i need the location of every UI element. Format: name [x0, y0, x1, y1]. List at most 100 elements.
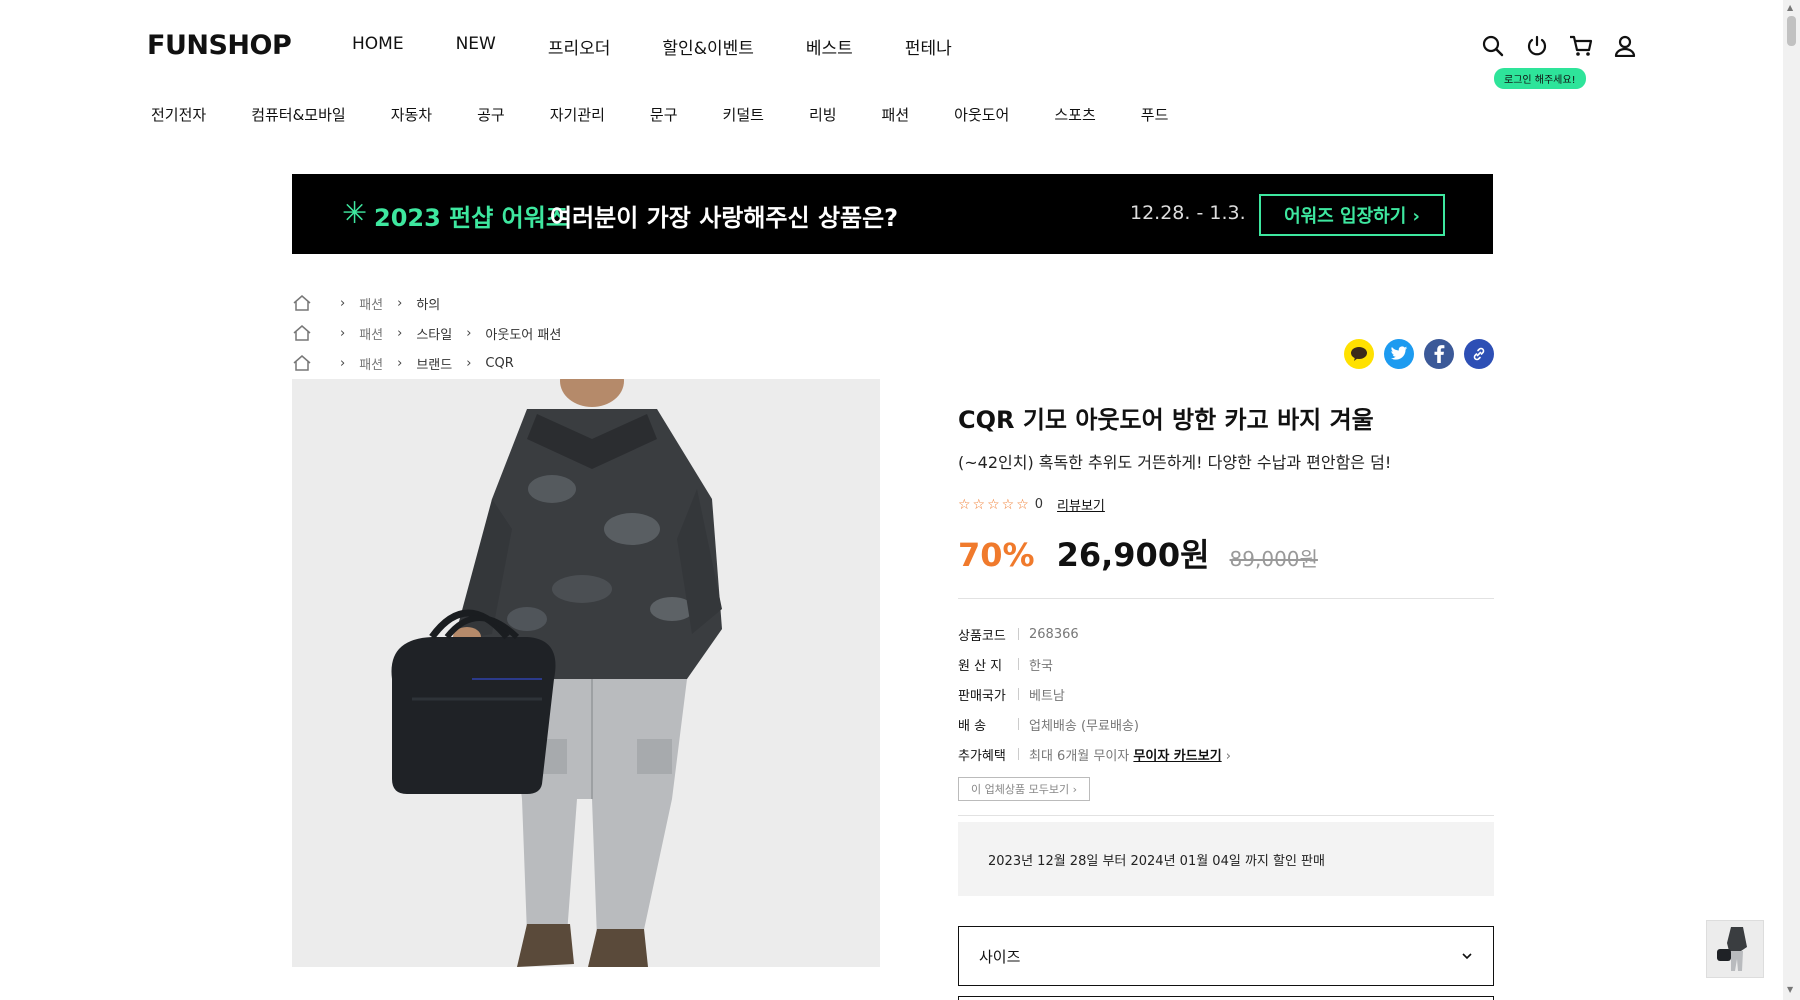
breadcrumb-link[interactable]: 패션	[359, 354, 383, 373]
category-computer-mobile[interactable]: 컴퓨터&모바일	[251, 104, 346, 125]
breadcrumb-link[interactable]: 스타일	[416, 324, 452, 343]
facebook-share-icon[interactable]	[1424, 339, 1454, 369]
review-link[interactable]: 리뷰보기	[1057, 495, 1105, 514]
rating-row: ☆☆☆☆☆ 0 리뷰보기	[958, 495, 1494, 515]
chevron-right-icon: ›	[397, 295, 403, 311]
spec-value: 최대 6개월 무이자 무이자 카드보기 ›	[1029, 745, 1231, 764]
product-title: CQR 기모 아웃도어 방한 카고 바지 겨울	[958, 406, 1374, 434]
scrollbar-thumb[interactable]	[1787, 16, 1796, 46]
user-icon[interactable]	[1612, 33, 1638, 59]
spec-value: 268366	[1029, 626, 1079, 642]
nav-home[interactable]: HOME	[352, 34, 404, 59]
category-sports[interactable]: 스포츠	[1054, 104, 1095, 125]
cart-icon[interactable]	[1568, 33, 1594, 59]
review-count: 0	[1034, 497, 1044, 512]
category-stationery[interactable]: 문구	[650, 104, 678, 125]
product-specs: 상품코드 268366 원 산 지 한국 판매국가 베트남 배 송 업체배송 (…	[958, 619, 1494, 769]
logo[interactable]: FUNSHOP	[147, 30, 292, 61]
option-select[interactable]	[958, 996, 1494, 1000]
category-self-care[interactable]: 자기관리	[550, 104, 605, 125]
search-icon[interactable]	[1480, 33, 1506, 59]
product-subtitle: (~42인치) 혹독한 추위도 거뜬하게! 다양한 수납과 편안함은 덤!	[958, 453, 1392, 472]
sale-price: 26,900원	[1056, 536, 1210, 574]
chevron-right-icon: ›	[466, 325, 472, 341]
breadcrumb-link[interactable]: 하의	[416, 294, 440, 313]
sale-period-notice: 2023년 12월 28일 부터 2024년 01월 04일 까지 할인 판매	[958, 822, 1494, 896]
spec-row: 배 송 업체배송 (무료배송)	[958, 709, 1494, 739]
spec-value: 업체배송 (무료배송)	[1029, 718, 1139, 734]
kakao-share-icon[interactable]	[1344, 339, 1374, 369]
chevron-right-icon: ›	[340, 355, 346, 371]
category-fashion[interactable]: 패션	[882, 104, 910, 125]
chevron-right-icon: ›	[340, 295, 346, 311]
nav-sale-event[interactable]: 할인&이벤트	[662, 34, 753, 59]
category-food[interactable]: 푸드	[1141, 104, 1169, 125]
category-outdoor[interactable]: 아웃도어	[954, 104, 1009, 125]
price-row: 70% 26,900원 89,000원	[958, 530, 1494, 576]
spec-row: 원 산 지 한국	[958, 649, 1494, 679]
nav-new[interactable]: NEW	[456, 34, 496, 59]
category-kidult[interactable]: 키덜트	[723, 104, 764, 125]
spec-value: 베트남	[1029, 688, 1065, 704]
banner-date: 12.28. - 1.3.	[1130, 202, 1246, 224]
home-icon[interactable]	[292, 324, 312, 342]
power-icon[interactable]	[1524, 33, 1550, 59]
installment-card-link[interactable]: 무이자 카드보기	[1133, 749, 1221, 764]
divider	[958, 815, 1494, 816]
spec-value: 한국	[1029, 658, 1053, 674]
product-photo-man-with-bag	[292, 379, 880, 967]
breadcrumb: › 패션 › 브랜드 › CQR	[292, 348, 561, 378]
chevron-right-icon: ›	[397, 325, 403, 341]
category-nav: 전기전자 컴퓨터&모바일 자동차 공구 자기관리 문구 키덜트 리빙 패션 아웃…	[151, 104, 1168, 125]
category-electronics[interactable]: 전기전자	[151, 104, 206, 125]
nav-best[interactable]: 베스트	[806, 34, 853, 59]
size-select-label: 사이즈	[979, 947, 1021, 966]
category-automotive[interactable]: 자동차	[391, 104, 432, 125]
chevron-right-icon: ›	[397, 355, 403, 371]
recent-item-thumbnail[interactable]	[1706, 920, 1764, 978]
divider	[958, 598, 1494, 599]
spec-key: 판매국가	[958, 688, 1006, 704]
spec-row: 상품코드 268366	[958, 619, 1494, 649]
all-vendor-products-button[interactable]: 이 업체상품 모두보기 ›	[958, 777, 1090, 801]
size-select[interactable]: 사이즈	[958, 926, 1494, 986]
spec-key: 원 산 지	[958, 658, 1003, 674]
product-info: CQR 기모 아웃도어 방한 카고 바지 겨울 (~42인치) 혹독한 추위도 …	[958, 400, 1494, 1000]
banner-title: 2023 펀샵 어워즈	[374, 204, 568, 232]
nav-preorder[interactable]: 프리오더	[548, 34, 611, 59]
nav-funtenna[interactable]: 펀테나	[905, 34, 952, 59]
breadcrumb-link[interactable]: 브랜드	[416, 354, 452, 373]
breadcrumb: › 패션 › 하의	[292, 288, 561, 318]
home-icon[interactable]	[292, 294, 312, 312]
share-buttons	[1344, 339, 1494, 369]
sparkle-icon: ✳	[342, 196, 368, 231]
home-icon[interactable]	[292, 354, 312, 372]
banner-subtitle: 여러분이 가장 사랑해주신 상품은?	[550, 204, 899, 232]
category-living[interactable]: 리빙	[809, 104, 837, 125]
page: { "header": { "logo": "FUNSHOP", "nav": …	[0, 0, 1800, 1000]
spec-key: 배 송	[958, 718, 987, 734]
product-image[interactable]	[292, 379, 880, 967]
scroll-up-icon[interactable]: ▲	[1787, 3, 1793, 12]
chevron-right-icon: ›	[340, 325, 346, 341]
awards-banner[interactable]: ✳ 2023 펀샵 어워즈 여러분이 가장 사랑해주신 상품은? 12.28. …	[292, 174, 1493, 254]
category-tools[interactable]: 공구	[477, 104, 505, 125]
scroll-down-icon[interactable]: ▼	[1787, 985, 1793, 994]
breadcrumb: › 패션 › 스타일 › 아웃도어 패션	[292, 318, 561, 348]
page-scrollbar[interactable]: ▲ ▼	[1783, 0, 1800, 1000]
breadcrumb-link[interactable]: CQR	[485, 356, 513, 371]
spec-key: 상품코드	[958, 628, 1006, 644]
breadcrumb-link[interactable]: 패션	[359, 324, 383, 343]
chevron-right-icon: ›	[466, 355, 472, 371]
chevron-right-icon: ›	[1225, 748, 1231, 764]
breadcrumb-link[interactable]: 아웃도어 패션	[485, 324, 561, 343]
installment-text: 최대 6개월 무이자	[1029, 748, 1130, 764]
awards-enter-button[interactable]: 어워즈 입장하기 ›	[1259, 194, 1445, 236]
breadcrumb-link[interactable]: 패션	[359, 294, 383, 313]
rating-stars: ☆☆☆☆☆	[958, 496, 1031, 513]
utility-icons	[1480, 33, 1638, 59]
twitter-share-icon[interactable]	[1384, 339, 1414, 369]
chevron-down-icon	[1462, 953, 1472, 960]
link-copy-icon[interactable]	[1464, 339, 1494, 369]
original-price: 89,000원	[1229, 547, 1318, 571]
